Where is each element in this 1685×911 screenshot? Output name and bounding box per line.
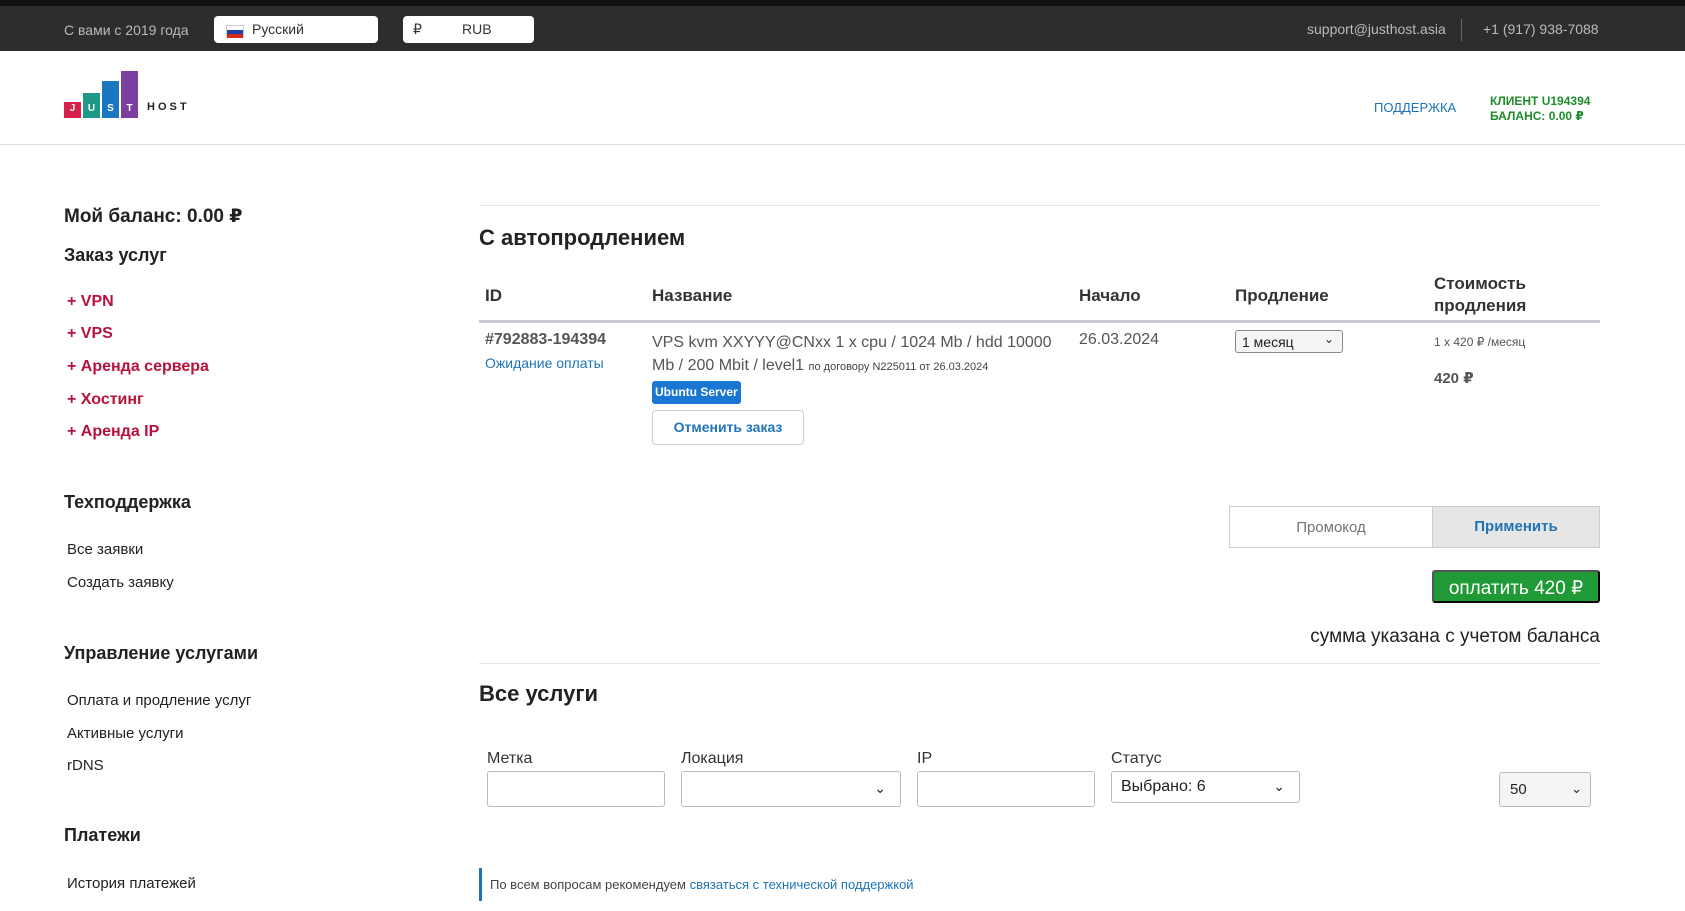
filter-tag-input[interactable] [487,771,665,807]
renewal-period-select[interactable]: 1 месяц ⌄ [1235,330,1343,353]
table-header-border [479,320,1600,323]
ruble-icon: ₽ [413,21,422,37]
filter-location-label: Локация [681,750,744,767]
support-email-link[interactable]: support@justhost.asia [1307,21,1446,37]
pay-note: сумма указана с учетом баланса [1310,626,1600,647]
filter-ip-label: IP [917,750,933,767]
cancel-order-button[interactable]: Отменить заказ [652,410,804,445]
logo-letter-u: U [83,93,100,118]
sidebar-item-server-rent[interactable]: + Аренда сервера [67,358,209,376]
column-header-start: Начало [1079,286,1141,305]
chevron-down-icon: ⌄ [1273,778,1285,794]
renewal-rate: 1 x 420 ₽ /месяц [1434,335,1526,349]
language-label: Русский [252,21,304,37]
apply-promo-button[interactable]: Применить [1432,506,1600,548]
chevron-down-icon: ⌄ [1323,332,1334,346]
top-bar: С вами с 2019 года Русский ₽ RUB support… [0,0,1685,51]
filter-tag-label: Метка [487,750,533,767]
currency-select[interactable]: ₽ RUB [403,16,534,43]
os-badge: Ubuntu Server [652,381,741,404]
sidebar-item-active-services[interactable]: Активные услуги [67,725,183,742]
column-header-id: ID [485,286,502,305]
phone-link[interactable]: +1 (917) 938-7088 [1483,21,1599,37]
per-page-value: 50 [1510,781,1527,798]
all-services-title: Все услуги [479,681,599,706]
logo-host-text: HOST [147,101,190,113]
pay-button[interactable]: оплатить 420 ₽ [1432,570,1600,603]
sidebar-item-vpn[interactable]: + VPN [67,293,114,311]
logo-letter-j: J [64,102,81,118]
support-notice: По всем вопросам рекомендуем связаться с… [479,868,914,901]
logo-letter-t: T [121,71,138,118]
sidebar-balance: Мой баланс: 0.00 ₽ [64,206,243,227]
divider [479,205,1600,206]
client-info[interactable]: КЛИЕНТ U194394 БАЛАНС: 0.00 ₽ [1490,94,1590,124]
justhost-logo[interactable]: J U S T HOST [64,71,224,121]
autorenew-title: С автопродлением [479,225,686,250]
notice-text: По всем вопросам рекомендуем [490,877,690,892]
divider [479,663,1600,664]
logo-letter-s: S [102,81,119,118]
sidebar-item-payment-history[interactable]: История платежей [67,875,196,892]
site-header: J U S T HOST ПОДДЕРЖКА КЛИЕНТ U194394 БА… [0,51,1685,145]
sidebar-item-create-ticket[interactable]: Создать заявку [67,574,174,591]
russia-flag-icon [226,25,244,38]
service-id: #792883-194394 [485,331,607,348]
sidebar-item-hosting[interactable]: + Хостинг [67,391,144,409]
column-header-name: Название [652,286,733,305]
sidebar-heading-support: Техподдержка [64,492,191,512]
nav-support-link[interactable]: ПОДДЕРЖКА [1374,100,1456,115]
sidebar-item-rdns[interactable]: rDNS [67,757,104,774]
filter-location-select[interactable]: ⌄ [681,771,901,807]
client-id: КЛИЕНТ U194394 [1490,94,1591,108]
column-header-renewal: Продление [1235,286,1329,305]
service-name: VPS kvm XXYYY@CNxx 1 x cpu / 1024 Mb / h… [652,331,1062,379]
renewal-total: 420 ₽ [1434,370,1474,387]
sidebar-item-all-tickets[interactable]: Все заявки [67,541,143,558]
since-text: С вами с 2019 года [64,22,189,38]
per-page-select[interactable]: 50 ⌄ [1499,772,1591,807]
divider [1461,19,1462,41]
sidebar-heading-order: Заказ услуг [64,245,167,265]
column-header-renewal-cost: Стоимость продления [1434,274,1527,315]
language-select[interactable]: Русский [214,16,378,43]
service-status[interactable]: Ожидание оплаты [485,355,604,371]
promo-code-input[interactable] [1229,506,1433,548]
chevron-down-icon: ⌄ [1571,781,1582,796]
sidebar-heading-manage: Управление услугами [64,643,259,663]
sidebar-heading-payments: Платежи [64,825,141,845]
service-start-date: 26.03.2024 [1079,331,1160,348]
contact-support-link[interactable]: связаться с технической поддержкой [690,877,914,892]
sidebar-item-vps[interactable]: + VPS [67,325,113,343]
renewal-period-value: 1 месяц [1242,334,1294,350]
sidebar-item-pay-renew[interactable]: Оплата и продление услуг [67,692,251,709]
client-balance: БАЛАНС: 0.00 ₽ [1490,109,1584,123]
filter-status-value: Выбрано: 6 [1121,778,1206,795]
chevron-down-icon: ⌄ [874,780,886,796]
sidebar-item-ip-rent[interactable]: + Аренда IP [67,423,159,441]
service-contract: по договору N225011 от 26.03.2024 [808,361,989,373]
filter-ip-input[interactable] [917,771,1095,807]
filter-status-select[interactable]: Выбрано: 6 ⌄ [1111,771,1300,803]
currency-label: RUB [462,21,492,37]
filter-status-label: Статус [1111,750,1162,767]
